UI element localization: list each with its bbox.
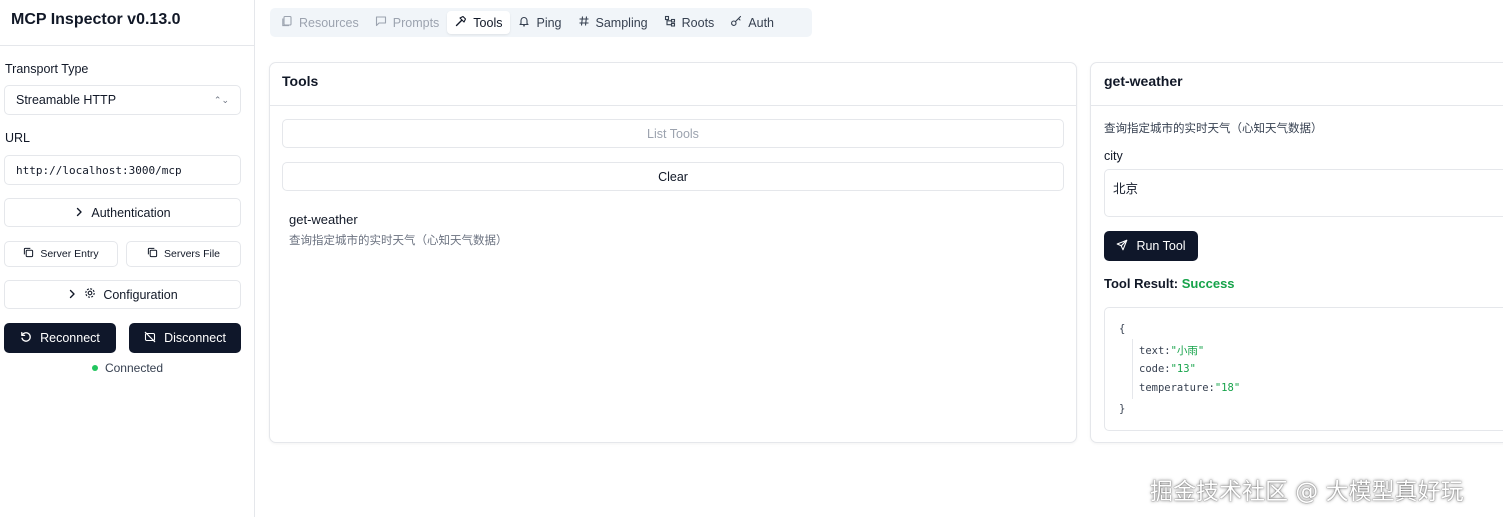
transport-type-select[interactable]: Streamable HTTP ⌃⌄	[4, 85, 241, 115]
authentication-label: Authentication	[91, 205, 171, 220]
tab-prompts[interactable]: Prompts	[367, 11, 448, 34]
copy-icon	[23, 247, 34, 261]
list-tools-label: List Tools	[647, 126, 699, 141]
list-tools-button[interactable]: List Tools	[282, 119, 1064, 148]
rotate-ccw-icon	[20, 331, 32, 346]
bell-icon	[518, 15, 530, 30]
json-entry: text:"小雨"	[1139, 343, 1204, 358]
watermark: 掘金技术社区 @ 大模型真好玩	[1150, 479, 1464, 505]
tab-label: Auth	[748, 15, 775, 30]
json-value: "13"	[1170, 363, 1196, 375]
tab-bar: Resources Prompts Tools Ping Sampling Ro…	[270, 8, 812, 37]
run-tool-label: Run Tool	[1136, 239, 1186, 253]
url-input[interactable]: http://localhost:3000/mcp	[4, 155, 241, 185]
copy-icon	[147, 247, 158, 261]
chevron-up-down-icon: ⌃⌄	[213, 94, 229, 105]
tab-sampling[interactable]: Sampling	[570, 11, 656, 34]
json-key: text:	[1139, 345, 1171, 357]
tab-ping[interactable]: Ping	[510, 11, 569, 34]
server-entry-button[interactable]: Server Entry	[4, 241, 118, 267]
tab-tools[interactable]: Tools	[447, 11, 511, 34]
status-dot-icon	[91, 365, 98, 371]
tab-roots[interactable]: Roots	[656, 11, 723, 34]
panel-divider	[1091, 105, 1503, 106]
tab-label: Sampling	[595, 15, 648, 30]
gear-icon	[84, 287, 96, 302]
files-icon	[281, 15, 293, 30]
connection-status: Connected	[0, 361, 255, 375]
status-text: Connected	[104, 361, 164, 375]
sidebar: MCP Inspector v0.13.0 Transport Type Str…	[0, 0, 255, 517]
tool-detail-panel: get-weather 查询指定城市的实时天气（心知天气数据） city 北京 …	[1090, 62, 1503, 443]
chevron-right-icon	[74, 206, 84, 220]
disconnect-button[interactable]: Disconnect	[129, 323, 241, 353]
tool-result-status: Success	[1181, 276, 1235, 291]
tool-detail-title: get-weather	[1104, 73, 1183, 89]
url-label: URL	[5, 131, 31, 145]
reconnect-label: Reconnect	[40, 331, 100, 345]
clear-label: Clear	[658, 169, 688, 184]
tree-icon	[664, 15, 676, 30]
param-city-value: 北京	[1113, 182, 1139, 196]
json-entry: code:"13"	[1139, 363, 1196, 375]
configuration-button[interactable]: Configuration	[4, 280, 241, 309]
transport-type-label: Transport Type	[5, 62, 89, 76]
tab-label: Prompts	[392, 15, 440, 30]
authentication-button[interactable]: Authentication	[4, 198, 241, 227]
servers-file-button[interactable]: Servers File	[126, 241, 241, 267]
hammer-icon	[455, 15, 467, 30]
json-open-brace: {	[1119, 323, 1126, 335]
app-title: MCP Inspector v0.13.0	[11, 11, 181, 28]
tools-panel-title: Tools	[282, 73, 319, 89]
tab-label: Resources	[299, 15, 359, 30]
json-value: "小雨"	[1170, 345, 1205, 357]
key-icon	[730, 15, 742, 30]
transport-type-value: Streamable HTTP	[16, 93, 117, 107]
tool-result-json: { text:"小雨" code:"13" temperature:"18" }	[1104, 307, 1503, 431]
configuration-label: Configuration	[103, 287, 178, 302]
tool-result-heading: Tool Result: Success	[1104, 276, 1235, 291]
panel-divider	[270, 105, 1076, 106]
param-city-input[interactable]: 北京	[1104, 169, 1503, 217]
send-icon	[1116, 239, 1128, 254]
sidebar-header: MCP Inspector v0.13.0	[0, 0, 254, 46]
hash-icon	[578, 15, 590, 30]
unlink-icon	[144, 331, 156, 346]
json-indent-guide	[1132, 339, 1133, 399]
tool-detail-description: 查询指定城市的实时天气（心知天气数据）	[1104, 123, 1323, 135]
server-entry-label: Server Entry	[40, 248, 99, 260]
tab-label: Tools	[473, 15, 503, 30]
json-close-brace: }	[1119, 403, 1126, 415]
json-key: temperature:	[1139, 382, 1215, 394]
tool-name: get-weather	[289, 212, 358, 227]
servers-file-label: Servers File	[163, 248, 220, 260]
chevron-right-icon	[67, 288, 77, 302]
tool-description: 查询指定城市的实时天气（心知天气数据）	[289, 235, 508, 247]
tool-list-item[interactable]: get-weather 查询指定城市的实时天气（心知天气数据）	[282, 207, 1064, 249]
disconnect-label: Disconnect	[164, 331, 226, 345]
json-key: code:	[1139, 363, 1171, 375]
tool-result-label: Tool Result:	[1104, 276, 1179, 291]
run-tool-button[interactable]: Run Tool	[1104, 231, 1198, 261]
clear-button[interactable]: Clear	[282, 162, 1064, 191]
url-value: http://localhost:3000/mcp	[16, 163, 182, 177]
message-icon	[375, 15, 387, 30]
tab-label: Ping	[536, 15, 562, 30]
tools-panel: Tools List Tools Clear get-weather 查询指定城…	[269, 62, 1077, 443]
tab-label: Roots	[681, 15, 715, 30]
tab-auth[interactable]: Auth	[722, 11, 782, 34]
tab-resources[interactable]: Resources	[273, 11, 367, 34]
reconnect-button[interactable]: Reconnect	[4, 323, 116, 353]
param-city-label: city	[1104, 149, 1123, 163]
json-entry: temperature:"18"	[1139, 382, 1240, 394]
json-value: "18"	[1214, 382, 1241, 394]
